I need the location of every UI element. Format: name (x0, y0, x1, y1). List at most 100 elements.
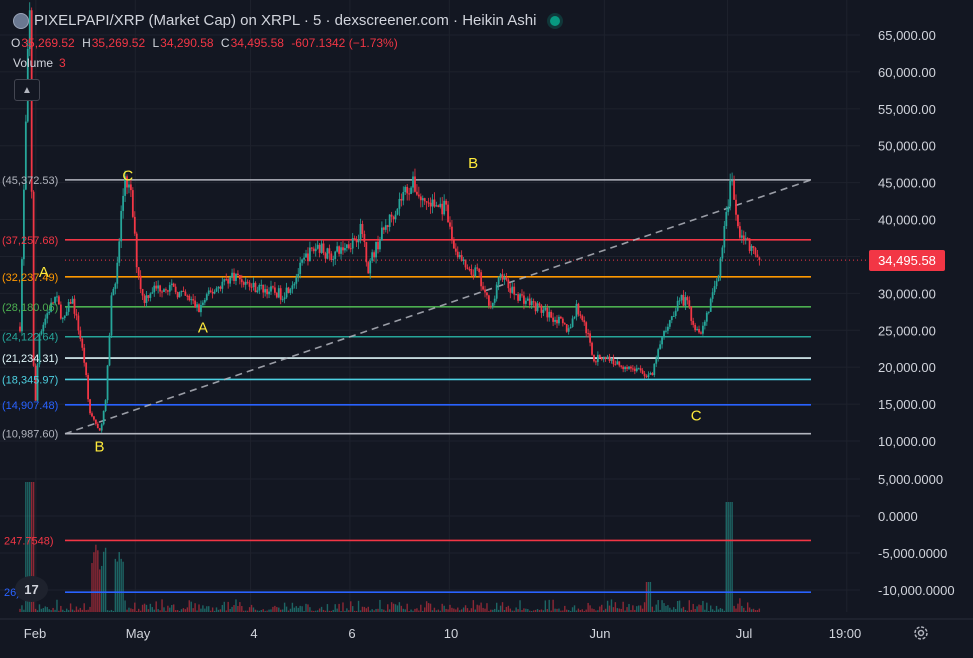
volume-bar (254, 609, 257, 612)
volume-bar (400, 605, 403, 612)
candle-body (727, 206, 730, 212)
candle-body (353, 238, 356, 241)
volume-bar (44, 606, 46, 612)
volume-bar (725, 502, 727, 612)
candle-body (305, 253, 307, 258)
candle-body (595, 361, 597, 363)
volume-bar (480, 602, 482, 612)
candle-body (645, 376, 648, 378)
candle-body (676, 300, 679, 311)
time-tick-label: 10 (444, 626, 458, 641)
volume-bar (99, 569, 101, 612)
volume-bar (318, 608, 321, 612)
volume-bar (470, 608, 473, 612)
gear-icon[interactable] (912, 624, 930, 642)
candle-body (460, 255, 463, 261)
volume-bar (198, 604, 200, 612)
volume-bar (297, 607, 299, 612)
candle-body (488, 295, 490, 306)
candle-body (91, 413, 93, 417)
candle-body (349, 248, 352, 250)
candle-body (400, 198, 403, 201)
candle-body (334, 251, 337, 259)
volume-bar (336, 608, 338, 612)
volume-bar (721, 608, 724, 612)
volume-bar (385, 610, 387, 612)
volume-bar (213, 610, 216, 612)
candle-body (591, 342, 593, 355)
volume-bar (58, 610, 60, 612)
volume-bar (139, 610, 142, 612)
volume-bar (684, 609, 687, 612)
candle-body (147, 295, 150, 298)
candle-body (394, 214, 397, 220)
candle-body (355, 240, 358, 243)
volume-bar (112, 610, 115, 612)
candle-body (427, 202, 430, 204)
candle-body (702, 325, 704, 334)
volume-bar (36, 610, 39, 612)
candle-body (281, 299, 284, 301)
candle-body (143, 295, 146, 303)
volume-bar (283, 602, 286, 612)
candle-body (703, 321, 706, 326)
candle-body (499, 274, 502, 277)
candle-body (96, 423, 99, 429)
candle-body (159, 285, 161, 292)
volume-bar (523, 608, 525, 612)
candle-body (507, 279, 510, 289)
candle-body (742, 235, 745, 240)
candle-body (69, 302, 72, 304)
volume-bar (713, 610, 716, 612)
volume-bar (307, 604, 309, 612)
volume-bar (756, 610, 759, 612)
volume-bar (262, 609, 264, 612)
tradingview-logo-icon[interactable]: 17 (15, 576, 48, 602)
volume-bar (268, 609, 270, 612)
candle-body (186, 295, 189, 297)
candle-body (357, 239, 360, 243)
candle-body (19, 326, 21, 332)
candle-body (108, 335, 111, 366)
candle-body (674, 310, 677, 316)
candle-body (87, 375, 89, 400)
candle-body (188, 295, 191, 301)
candle-body (416, 191, 418, 195)
candle-body (456, 251, 459, 258)
volume-bar (647, 582, 650, 612)
candle-body (554, 319, 556, 322)
volume-bar (132, 609, 134, 612)
volume-bar (657, 599, 659, 612)
candle-body (579, 314, 582, 316)
volume-bar (618, 608, 620, 612)
candle-body (287, 287, 290, 293)
candle-body (526, 298, 529, 301)
candle-body (279, 288, 282, 300)
volume-bar (468, 610, 471, 612)
candle-body (219, 286, 222, 289)
candle-body (155, 285, 158, 289)
candle-body (410, 187, 412, 194)
candle-body (470, 269, 473, 275)
volume-bar (383, 609, 385, 612)
candle-body (414, 176, 416, 192)
collapse-legend-button[interactable]: ▲ (14, 79, 40, 101)
price-chart[interactable]: (45,372.53) (37,257.68) (32,237.49) (28,180… (0, 0, 973, 658)
candle-body (505, 277, 508, 280)
volume-bar (394, 604, 397, 612)
candle-body (663, 330, 665, 338)
price-tick-label: 10,000.00 (878, 434, 936, 449)
volume-bar (276, 607, 278, 612)
price-tick-label: 15,000.00 (878, 397, 936, 412)
candle-body (754, 247, 757, 255)
candle-body (705, 312, 708, 322)
candle-body (688, 300, 691, 307)
candle-body (211, 291, 214, 294)
candle-body (227, 279, 230, 284)
volume-bar (636, 606, 638, 612)
volume-bar (674, 608, 677, 612)
volume-bar (404, 609, 406, 612)
volume-bar (741, 605, 743, 612)
candle-body (56, 296, 58, 298)
volume-bar (274, 605, 276, 612)
